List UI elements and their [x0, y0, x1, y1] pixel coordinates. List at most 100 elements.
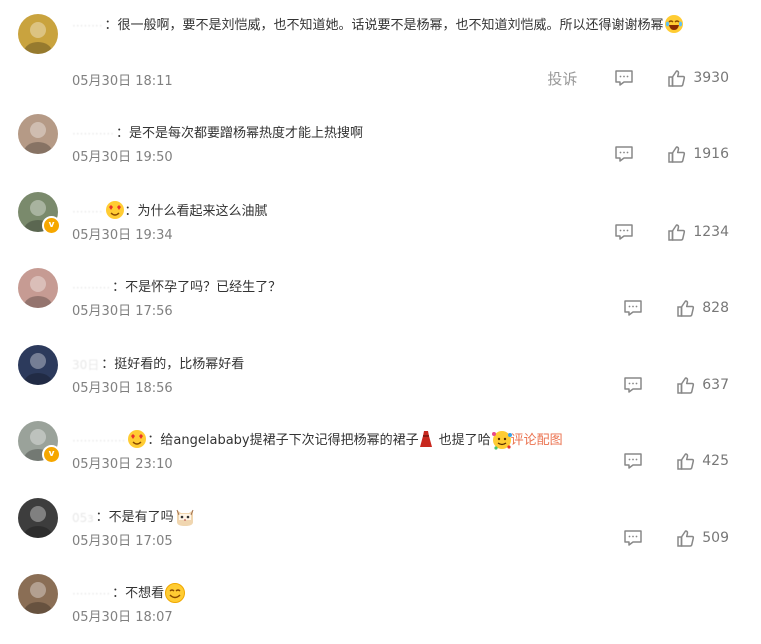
comment-body: 不是怀孕了吗？已经生了？ [125, 280, 282, 295]
like-button[interactable]: 828 [676, 298, 729, 318]
comment-icon [622, 530, 644, 553]
username[interactable]: ··········· [72, 122, 116, 146]
timestamp: 05月30日 19:50 [72, 150, 173, 165]
heart-eyes-emoji [105, 200, 125, 220]
colon-separator: ： [115, 126, 129, 141]
like-button[interactable]: 1916 [667, 144, 729, 164]
avatar[interactable]: v [18, 421, 61, 464]
comment-item: 30日 ：挺好看的，比杨幂好看 05月30日 18:56 637 [0, 339, 761, 415]
avatar[interactable] [18, 498, 58, 538]
comment-list: ········ ：很一般啊，要不是刘恺威，也不知道她。话说要不是杨幂，也不知道刘… [0, 0, 761, 637]
colon-separator: ： [124, 204, 138, 219]
colon-separator: ： [147, 433, 161, 448]
comment-image-link[interactable]: 评论配图 [511, 433, 563, 448]
comment-body: 很一般啊，要不是刘恺威，也不知道她。话说要不是杨幂，也不知道刘恺威。所以还得谢谢… [117, 18, 664, 33]
comment-text: ········ ：很一般啊，要不是刘恺威，也不知道她。话说要不是杨幂，也不知道刘… [72, 14, 737, 38]
comment-actions: 637 [622, 373, 729, 397]
thumbs-up-icon [676, 528, 696, 548]
like-button[interactable]: 509 [676, 528, 729, 548]
comment-icon [622, 453, 644, 476]
comment-icon [613, 146, 635, 169]
like-count: 3930 [693, 70, 729, 86]
comment-body: 不是有了吗 [108, 510, 174, 525]
like-button[interactable]: 637 [676, 375, 729, 395]
reply-button[interactable] [613, 143, 635, 165]
comment-item: v ········ ：为什么看起来这么油腻 05月30日 19:34 1234 [0, 186, 761, 262]
thumbs-up-icon [667, 68, 687, 88]
thumbs-up-icon [667, 222, 687, 242]
comment-body-continued: 也提了哈 [438, 433, 491, 448]
like-count: 509 [702, 530, 729, 546]
like-button[interactable]: 3930 [667, 68, 729, 88]
avatar-image [18, 574, 58, 614]
thumbs-up-icon [676, 451, 696, 471]
avatar[interactable] [18, 345, 58, 385]
comment-body: 为什么看起来这么油腻 [137, 204, 268, 219]
avatar[interactable]: v [18, 192, 61, 235]
colon-separator: ： [112, 586, 126, 601]
comment-item: 05з ：不是有了吗 05月30日 17:05 509 [0, 492, 761, 568]
like-count: 1916 [693, 146, 729, 162]
comment-body: 给angelababy提裙子下次记得把杨幂的裙子 [160, 433, 419, 448]
username[interactable]: ·········· [72, 276, 112, 300]
report-button[interactable]: 投诉 [547, 68, 577, 89]
like-count: 637 [702, 377, 729, 393]
comment-icon [613, 70, 635, 93]
colon-separator: ： [104, 18, 118, 33]
avatar[interactable] [18, 574, 58, 614]
comment-icon [622, 377, 644, 400]
bottom-fade [601, 607, 761, 637]
comment-item: ·········· ：不是怀孕了吗？已经生了？ 05月30日 17:56 828 [0, 262, 761, 338]
thumbs-up-icon [667, 144, 687, 164]
colon-separator: ： [95, 510, 109, 525]
avatar-image [18, 14, 58, 54]
comment-actions: 投诉 3930 [547, 66, 729, 90]
username[interactable]: 30日 [72, 353, 101, 377]
avatar-image [18, 498, 58, 538]
like-button[interactable]: 425 [676, 451, 729, 471]
heart-eyes-emoji [127, 429, 147, 449]
reply-button[interactable] [622, 297, 644, 319]
like-count: 425 [702, 453, 729, 469]
verified-badge-icon: v [42, 216, 61, 235]
comment-item: v ·············· ：给angelababy提裙子下次记得把杨幂的裙子… [0, 415, 761, 491]
thumbs-up-icon [676, 375, 696, 395]
username[interactable]: ········ [72, 200, 105, 224]
comment-icon [613, 224, 635, 247]
verified-badge-icon: v [42, 445, 61, 464]
comment-actions: 828 [622, 296, 729, 320]
like-button[interactable]: 1234 [667, 222, 729, 242]
avatar-image [18, 345, 58, 385]
comment-text: ·········· ：不想看 [72, 582, 737, 606]
like-count: 828 [702, 300, 729, 316]
timestamp: 05月30日 18:07 [72, 610, 173, 625]
username[interactable]: ·············· [72, 429, 127, 453]
comment-icon [622, 300, 644, 323]
comment-actions: 1916 [613, 142, 729, 166]
smile-emoji [164, 582, 186, 603]
avatar[interactable] [18, 14, 58, 54]
avatar-image [18, 114, 58, 154]
reply-button[interactable] [622, 450, 644, 472]
like-count: 1234 [693, 224, 729, 240]
comment-actions: 1234 [613, 220, 729, 244]
laughing-tears-emoji [664, 14, 684, 34]
reply-button[interactable] [613, 67, 635, 89]
comment-body: 是不是每次都要蹭杨幂热度才能上热搜啊 [128, 126, 363, 141]
red-dress-emoji [419, 429, 439, 449]
timestamp: 05月30日 18:11 [72, 74, 173, 89]
comment-body: 不想看 [125, 586, 165, 601]
avatar[interactable] [18, 268, 58, 308]
timestamp: 05月30日 17:05 [72, 534, 173, 549]
reply-button[interactable] [622, 374, 644, 396]
reply-button[interactable] [613, 221, 635, 243]
timestamp: 05月30日 18:56 [72, 381, 173, 396]
username[interactable]: ·········· [72, 582, 112, 606]
username[interactable]: ········ [72, 14, 105, 38]
avatar[interactable] [18, 114, 58, 154]
reply-button[interactable] [622, 527, 644, 549]
comment-actions: 509 [622, 526, 729, 550]
comment-item: ········ ：很一般啊，要不是刘恺威，也不知道她。话说要不是杨幂，也不知道刘… [0, 8, 761, 89]
username[interactable]: 05з [72, 506, 96, 530]
comment-body: 挺好看的，比杨幂好看 [114, 357, 245, 372]
